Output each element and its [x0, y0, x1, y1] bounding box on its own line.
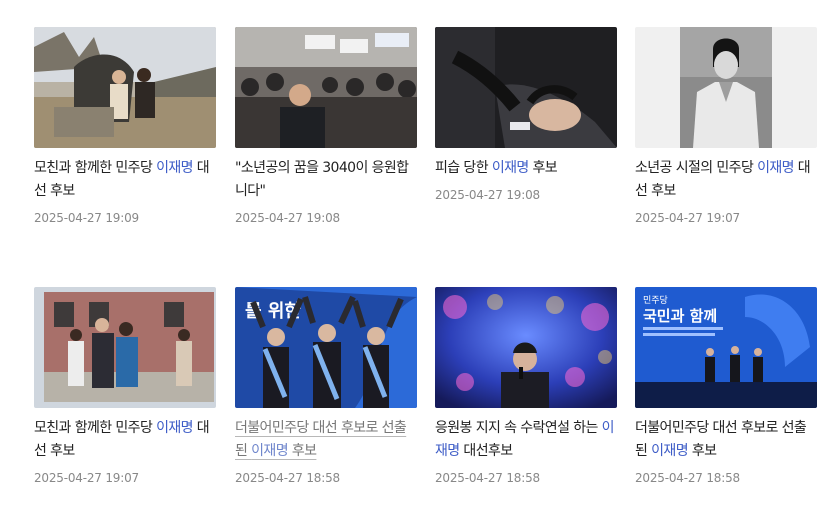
- news-photo-grid: 모친과 함께한 민주당 이재명 대선 후보 2025-04-27 19:09 "…: [0, 0, 835, 528]
- thumbnail-image[interactable]: 를 위한: [235, 287, 417, 408]
- photo-family-street: [34, 287, 216, 408]
- photo-youth-bw: [635, 27, 817, 148]
- news-card[interactable]: 응원봉 지지 속 수락연설 하는 이재명 대선후보 2025-04-27 18:…: [435, 287, 617, 486]
- article-date: 2025-04-27 19:08: [235, 211, 340, 225]
- article-title[interactable]: 피습 당한 이재명 후보: [435, 157, 617, 180]
- article-title[interactable]: 더불어민주당 대선 후보로 선출된 이재명 후보: [235, 417, 417, 463]
- photo-candidates-stage: 를 위한: [235, 287, 417, 408]
- svg-text:국민과 함께: 국민과 함께: [643, 307, 717, 325]
- svg-text:민주당: 민주당: [643, 295, 668, 306]
- news-card[interactable]: 를 위한 더불어민주당 대선 후보로 선출된 이재명 후보 2025-04-27…: [235, 287, 417, 486]
- thumbnail-image[interactable]: [235, 27, 417, 148]
- article-date: 2025-04-27 18:58: [235, 471, 340, 485]
- article-date: 2025-04-27 18:58: [435, 471, 540, 485]
- photo-attack: [435, 27, 617, 148]
- thumbnail-image[interactable]: [435, 27, 617, 148]
- thumbnail-image[interactable]: [435, 287, 617, 408]
- photo-crowd-rally: [235, 27, 417, 148]
- article-date: 2025-04-27 19:07: [34, 471, 139, 485]
- thumbnail-image[interactable]: [34, 287, 216, 408]
- news-card[interactable]: 민주당 국민과 함께 더불어민주당 대선 후보로 선출된 이재명 후보 2025…: [635, 287, 817, 486]
- article-title[interactable]: 소년공 시절의 민주당 이재명 대선 후보: [635, 157, 817, 203]
- photo-stage-wide: 민주당 국민과 함께: [635, 287, 817, 408]
- article-title[interactable]: "소년공의 꿈을 3040이 응원합니다": [235, 157, 417, 203]
- article-title[interactable]: 더불어민주당 대선 후보로 선출된 이재명 후보: [635, 417, 817, 463]
- news-card[interactable]: "소년공의 꿈을 3040이 응원합니다" 2025-04-27 19:08: [235, 27, 417, 226]
- thumbnail-image[interactable]: [34, 27, 216, 148]
- article-date: 2025-04-27 19:08: [435, 188, 540, 202]
- article-date: 2025-04-27 19:07: [635, 211, 740, 225]
- photo-mother-bench: [34, 27, 216, 148]
- article-title[interactable]: 응원봉 지지 속 수락연설 하는 이재명 대선후보: [435, 417, 617, 463]
- article-title[interactable]: 모친과 함께한 민주당 이재명 대선 후보: [34, 157, 216, 203]
- news-card[interactable]: 소년공 시절의 민주당 이재명 대선 후보 2025-04-27 19:07: [635, 27, 817, 226]
- thumbnail-image[interactable]: [635, 27, 817, 148]
- news-card[interactable]: 피습 당한 이재명 후보 2025-04-27 19:08: [435, 27, 617, 203]
- thumbnail-image[interactable]: 민주당 국민과 함께: [635, 287, 817, 408]
- news-card[interactable]: 모친과 함께한 민주당 이재명 대선 후보 2025-04-27 19:07: [34, 287, 216, 486]
- article-date: 2025-04-27 18:58: [635, 471, 740, 485]
- article-title[interactable]: 모친과 함께한 민주당 이재명 대선 후보: [34, 417, 216, 463]
- article-date: 2025-04-27 19:09: [34, 211, 139, 225]
- photo-speech-lights: [435, 287, 617, 408]
- news-card[interactable]: 모친과 함께한 민주당 이재명 대선 후보 2025-04-27 19:09: [34, 27, 216, 226]
